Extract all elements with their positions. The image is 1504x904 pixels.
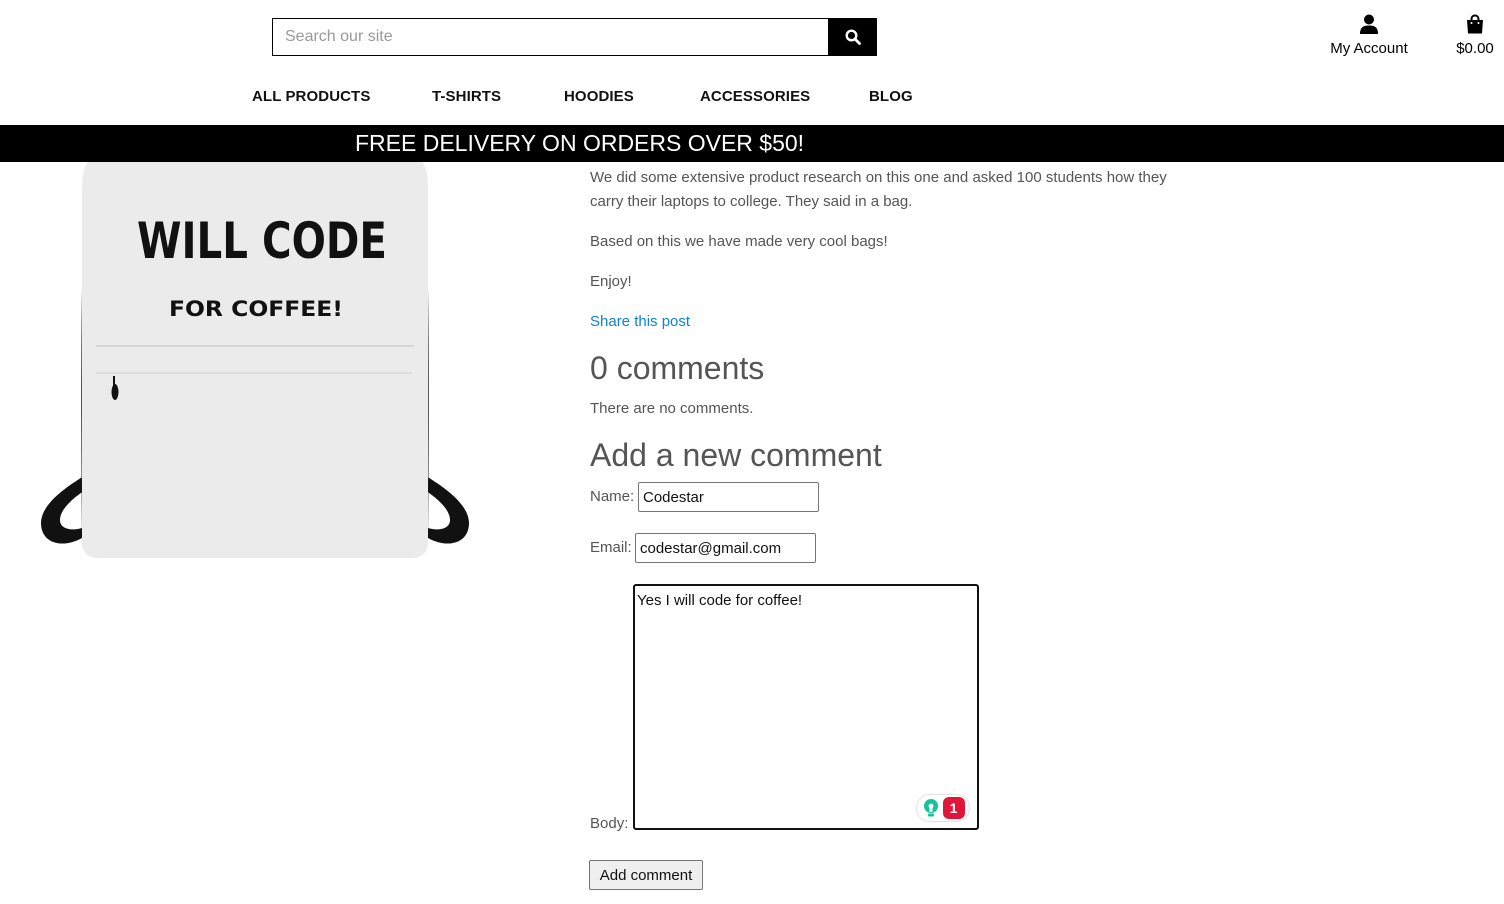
- backpack-print-line2: FOR COFFEE!: [169, 297, 343, 321]
- nav-item-blog[interactable]: BLOG: [869, 88, 913, 105]
- search-icon: [844, 29, 861, 45]
- shopping-bag-icon: [1467, 14, 1483, 34]
- post-paragraph: Based on this we have made very cool bag…: [590, 233, 888, 250]
- add-comment-button[interactable]: Add comment: [589, 860, 703, 890]
- email-field[interactable]: [635, 533, 816, 563]
- no-comments-text: There are no comments.: [590, 400, 754, 417]
- user-icon: [1360, 14, 1378, 34]
- bulb-icon: [923, 799, 938, 817]
- nav-item-accessories[interactable]: ACCESSORIES: [700, 88, 810, 105]
- nav-item-hoodies[interactable]: HOODIES: [564, 88, 634, 105]
- share-post-link[interactable]: Share this post: [590, 310, 690, 334]
- body-textarea[interactable]: Yes I will code for coffee!: [633, 584, 979, 830]
- free-delivery-banner: FREE DELIVERY ON ORDERS OVER $50!: [0, 125, 1504, 162]
- grammar-issue-count: 1: [942, 797, 965, 819]
- nav-item-t-shirts[interactable]: T-SHIRTS: [432, 88, 501, 105]
- nav-item-all-products[interactable]: ALL PRODUCTS: [252, 88, 370, 105]
- comments-count-heading: 0 comments: [590, 350, 765, 386]
- post-paragraph: We did some extensive product research o…: [590, 169, 1167, 210]
- backpack-print-line1: WILL CODE: [137, 212, 387, 270]
- email-label: Email:: [590, 539, 632, 556]
- add-comment-heading: Add a new comment: [590, 437, 882, 473]
- backpack-product-image: WILL CODE FOR COFFEE!: [41, 160, 469, 558]
- shopping-bag-link[interactable]: $0.00: [1448, 14, 1502, 57]
- bag-total: $0.00: [1456, 40, 1494, 57]
- my-account-link[interactable]: My Account: [1323, 14, 1415, 57]
- search-form: [272, 18, 877, 56]
- my-account-label: My Account: [1330, 40, 1408, 57]
- search-input[interactable]: [272, 18, 828, 56]
- name-label: Name:: [590, 488, 635, 505]
- grammar-checker-badge[interactable]: 1: [916, 794, 970, 822]
- body-label: Body:: [590, 815, 629, 832]
- search-button[interactable]: [828, 18, 877, 56]
- banner-text: FREE DELIVERY ON ORDERS OVER $50!: [355, 130, 805, 156]
- name-field[interactable]: [638, 482, 819, 512]
- post-paragraph: Enjoy!: [590, 273, 632, 290]
